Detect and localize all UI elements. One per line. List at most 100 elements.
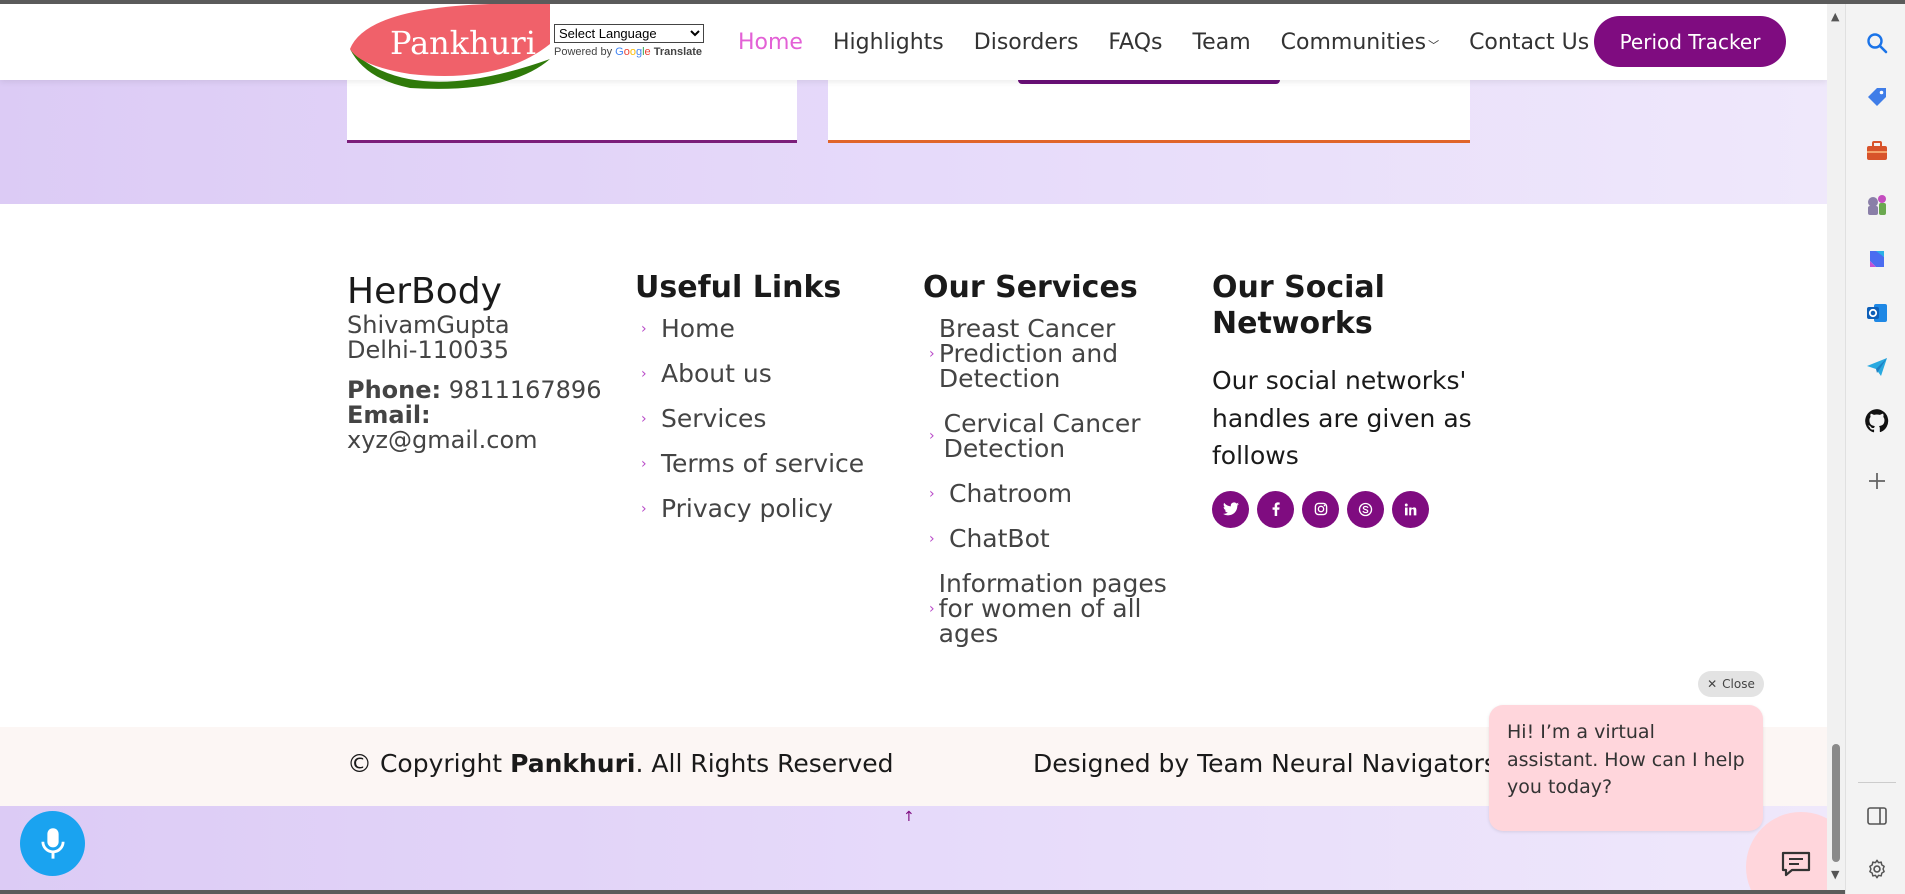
link-label: About us <box>661 359 772 388</box>
send-icon[interactable] <box>1864 354 1890 380</box>
navbar: Pankhuri Select Language Powered by Goog… <box>0 4 1827 89</box>
email-label: Email: <box>347 400 431 429</box>
footer: HerBody ShivamGupta Delhi-110035 Phone: … <box>0 204 1827 727</box>
link-label: Privacy policy <box>661 494 834 523</box>
chevron-right-icon: › <box>929 530 935 547</box>
chevron-right-icon: › <box>641 500 647 517</box>
footer-social: Our Social Networks Our social networks'… <box>1212 270 1492 528</box>
service-breast-cancer[interactable]: › Breast Cancer Prediction and Detection <box>923 316 1183 391</box>
email-value[interactable]: xyz@gmail.com <box>347 427 607 453</box>
link-label: Cervical Cancer Detection <box>943 409 1141 463</box>
address-line-1: ShivamGupta <box>347 311 510 340</box>
footer-services: Our Services › Breast Cancer Prediction a… <box>923 270 1183 666</box>
nav-disorders[interactable]: Disorders <box>974 30 1079 55</box>
scroll-up-icon[interactable]: ▲ <box>1831 10 1839 23</box>
useful-link-privacy[interactable]: › Privacy policy <box>635 496 895 521</box>
page-scrollbar[interactable]: ▲ ▼ <box>1827 4 1845 894</box>
twitter-icon[interactable] <box>1212 490 1249 528</box>
skype-icon[interactable] <box>1347 490 1384 528</box>
scroll-to-top-icon[interactable]: ↑ <box>903 809 915 825</box>
games-icon[interactable] <box>1864 192 1890 218</box>
chevron-right-icon: › <box>929 600 935 617</box>
service-chatbot[interactable]: › ChatBot <box>923 526 1183 551</box>
outlook-icon[interactable] <box>1864 300 1890 326</box>
useful-link-services[interactable]: › Services <box>635 406 895 431</box>
sidebar-toggle-icon[interactable] <box>1864 803 1890 829</box>
link-label: ChatBot <box>949 524 1050 553</box>
translate-link[interactable]: Translate <box>654 46 702 58</box>
link-label: Services <box>661 404 767 433</box>
footer-useful-links: Useful Links › Home › About us › Services ›… <box>635 270 895 541</box>
search-icon[interactable] <box>1864 30 1890 56</box>
nav-communities[interactable]: Communities ﹀ <box>1281 30 1439 55</box>
chevron-right-icon: › <box>641 410 647 427</box>
social-icons <box>1212 490 1492 528</box>
window-bottom-edge <box>0 890 1845 894</box>
google-wordmark[interactable]: Google <box>615 46 651 58</box>
nav-faqs[interactable]: FAQs <box>1108 30 1162 55</box>
service-info-pages[interactable]: › Information pages for women of all ages <box>923 571 1183 646</box>
chevron-right-icon: › <box>929 345 935 362</box>
service-chatroom[interactable]: › Chatroom <box>923 481 1183 506</box>
close-icon: ✕ <box>1707 677 1718 691</box>
linkedin-icon[interactable] <box>1392 490 1429 528</box>
chevron-right-icon: › <box>641 455 647 472</box>
tag-icon[interactable] <box>1864 84 1890 110</box>
copilot-icon[interactable] <box>1864 246 1890 272</box>
services-title: Our Services <box>923 270 1138 305</box>
link-label: Breast Cancer Prediction and Detection <box>938 314 1119 393</box>
link-label: Chatroom <box>949 479 1073 508</box>
useful-link-about[interactable]: › About us <box>635 361 895 386</box>
link-label: Terms of service <box>661 449 865 478</box>
chat-icon[interactable] <box>1780 850 1812 878</box>
copyright-prefix: © Copyright <box>347 749 503 778</box>
copyright-text: © Copyright Pankhuri. All Rights Reserve… <box>347 749 894 778</box>
gear-icon[interactable] <box>1864 856 1890 882</box>
period-tracker-button[interactable]: Period Tracker <box>1594 16 1786 67</box>
scroll-down-icon[interactable]: ▼ <box>1831 868 1839 881</box>
copyright-suffix: . All Rights Reserved <box>635 749 894 778</box>
link-label: Information pages for women of all ages <box>938 569 1167 648</box>
footer-address: ShivamGupta Delhi-110035 <box>347 311 607 365</box>
scrollbar-thumb[interactable] <box>1832 744 1840 862</box>
nav-home[interactable]: Home <box>738 30 803 55</box>
designed-by-text: Designed by Team Neural Navigators <box>1033 749 1497 778</box>
github-icon[interactable] <box>1864 408 1890 434</box>
chevron-down-icon: ﹀ <box>1428 39 1440 52</box>
services-list: › Breast Cancer Prediction and Detection … <box>923 316 1183 646</box>
add-icon[interactable] <box>1864 468 1890 494</box>
assistant-close-button[interactable]: ✕ Close <box>1698 671 1764 697</box>
voice-input-button[interactable] <box>20 811 85 876</box>
nav-menu: Home Highlights Disorders FAQs Team Comm… <box>738 30 1619 55</box>
service-cervical-cancer[interactable]: › Cervical Cancer Detection <box>923 411 1183 461</box>
phone-value[interactable]: 9811167896 <box>449 376 602 404</box>
nav-highlights[interactable]: Highlights <box>833 30 944 55</box>
facebook-icon[interactable] <box>1257 490 1294 528</box>
useful-link-home[interactable]: › Home <box>635 316 895 341</box>
copyright-brand: Pankhuri <box>510 749 636 778</box>
toolbox-icon[interactable] <box>1864 138 1890 164</box>
footer-contact: Phone: 9811167896 Email: xyz@gmail.com <box>347 375 607 454</box>
social-title: Our Social Networks <box>1212 270 1385 341</box>
nav-team[interactable]: Team <box>1192 30 1250 55</box>
assistant-message: Hi! I’m a virtual assistant. How can I h… <box>1489 705 1763 831</box>
language-select[interactable]: Select Language <box>554 24 704 43</box>
footer-brand-title: HerBody <box>347 271 502 312</box>
browser-sidebar <box>1845 4 1905 894</box>
address-line-2: Delhi-110035 <box>347 336 510 365</box>
chevron-right-icon: › <box>641 365 647 382</box>
microphone-icon <box>40 827 65 859</box>
google-translate-widget: Select Language Powered by Google Transl… <box>554 23 704 58</box>
social-description: Our social networks' handles are given a… <box>1212 366 1472 470</box>
footer-about: HerBody ShivamGupta Delhi-110035 Phone: … <box>347 270 607 453</box>
phone-label: Phone: <box>347 375 442 404</box>
powered-by-google: Powered by Google Translate <box>554 46 704 58</box>
useful-link-terms[interactable]: › Terms of service <box>635 451 895 476</box>
nav-communities-label: Communities <box>1280 30 1427 55</box>
page-viewport: Pankhuri Select Language Powered by Goog… <box>0 4 1827 894</box>
instagram-icon[interactable] <box>1302 490 1339 528</box>
link-label: Home <box>661 314 735 343</box>
chevron-right-icon: › <box>929 485 935 502</box>
nav-contact-us[interactable]: Contact Us <box>1469 30 1589 55</box>
logo[interactable]: Pankhuri <box>350 4 550 92</box>
